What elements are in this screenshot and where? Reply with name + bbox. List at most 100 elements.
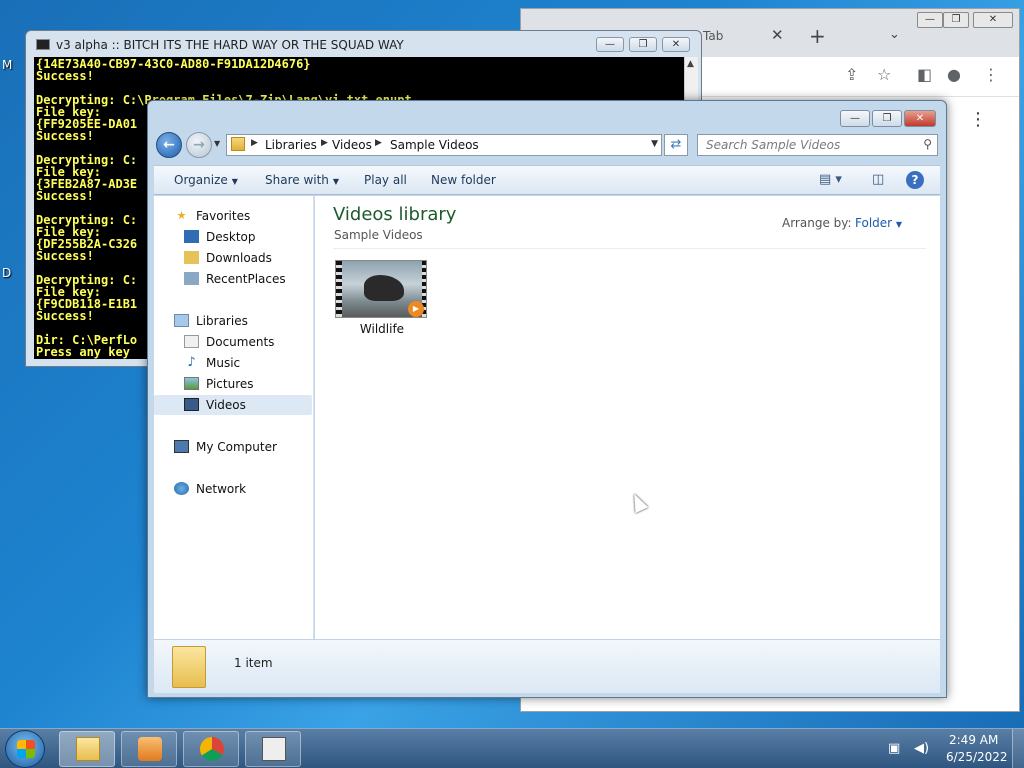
explorer-icon — [76, 737, 100, 761]
nav-label: Libraries — [196, 314, 248, 328]
wildlife-image — [364, 275, 404, 301]
nav-item-libraries[interactable]: Libraries — [154, 311, 312, 331]
nav-item-desktop[interactable]: Desktop — [154, 227, 312, 247]
network-icon — [174, 482, 189, 495]
arrange-by-label: Arrange by: — [782, 216, 852, 230]
change-view-icon[interactable]: ▤ ▾ — [819, 172, 842, 187]
star-icon[interactable]: ☆ — [877, 65, 891, 84]
nav-label: Videos — [206, 398, 246, 412]
console-icon — [262, 737, 286, 761]
breadcrumb-sample-videos[interactable]: Sample Videos — [390, 138, 479, 152]
explorer-maximize-button[interactable]: ❐ — [872, 110, 902, 127]
explorer-minimize-button[interactable]: — — [840, 110, 870, 127]
item-count: 1 item — [234, 656, 273, 670]
divider — [333, 248, 926, 249]
desktop-icon-label[interactable]: M — [2, 58, 12, 72]
taskbar-media-player[interactable] — [121, 731, 177, 767]
desktop-icon-label[interactable]: D — [2, 266, 11, 280]
nav-label: Documents — [206, 335, 275, 349]
network-tray-icon[interactable]: ▣ — [888, 741, 900, 756]
libraries-icon — [174, 314, 189, 327]
show-desktop-button[interactable] — [1012, 729, 1024, 768]
scroll-up-icon[interactable]: ▲ — [687, 59, 694, 69]
forward-button[interactable]: → — [186, 132, 212, 158]
profile-icon[interactable]: ● — [947, 65, 961, 84]
windows-logo-icon — [17, 740, 35, 758]
breadcrumb-separator-icon[interactable]: ▶ — [251, 138, 258, 148]
clock-time[interactable]: 2:49 AM — [949, 733, 998, 747]
console-minimize-button[interactable]: — — [596, 37, 624, 52]
content-pane: Videos library Sample Videos Arrange by:… — [315, 196, 940, 639]
preview-pane-icon[interactable]: ◫ — [872, 172, 884, 187]
clock-date[interactable]: 6/25/2022 — [946, 750, 1008, 764]
details-pane: 1 item — [154, 639, 940, 693]
nav-item-documents[interactable]: Documents — [154, 332, 312, 352]
documents-icon — [184, 335, 199, 348]
recent-places-icon — [184, 272, 199, 285]
breadcrumb-separator-icon[interactable]: ▶ — [321, 138, 328, 148]
command-bar: Organize ▼ Share with ▼ Play all New folde… — [154, 165, 940, 195]
folder-icon — [172, 646, 206, 688]
play-icon: ▶ — [408, 301, 424, 317]
nav-label: Music — [206, 356, 241, 370]
desktop-icon — [184, 230, 199, 243]
media-player-icon — [138, 737, 162, 761]
share-with-button[interactable]: Share with ▼ — [265, 173, 339, 187]
page-more-icon[interactable]: ⋮ — [969, 109, 987, 130]
search-icon[interactable]: ⚲ — [923, 137, 932, 151]
console-close-button[interactable]: ✕ — [662, 37, 690, 52]
search-placeholder: Search Sample Videos — [706, 138, 841, 152]
nav-item-pictures[interactable]: Pictures — [154, 374, 312, 394]
folder-icon — [231, 137, 245, 151]
pictures-icon — [184, 377, 199, 390]
chrome-tab-close-icon[interactable]: ✕ — [771, 26, 784, 44]
console-title: v3 alpha :: BITCH ITS THE HARD WAY OR TH… — [56, 38, 404, 52]
search-input[interactable]: Search Sample Videos ⚲ — [697, 134, 938, 156]
start-button[interactable] — [5, 730, 45, 768]
help-icon[interactable]: ? — [906, 171, 924, 189]
chrome-close-button[interactable]: ✕ — [973, 12, 1013, 28]
nav-item-my-computer[interactable]: My Computer — [154, 437, 312, 457]
nav-item-recentplaces[interactable]: RecentPlaces — [154, 269, 312, 289]
chrome-maximize-button[interactable]: ❐ — [943, 12, 969, 28]
refresh-button[interactable]: ⇄ — [664, 134, 688, 156]
sidebar-icon[interactable]: ◧ — [917, 65, 932, 84]
menu-icon[interactable]: ⋮ — [983, 65, 999, 84]
share-with-label: Share with — [265, 173, 329, 187]
share-icon[interactable]: ⇪ — [845, 65, 858, 84]
console-maximize-button[interactable]: ❐ — [629, 37, 657, 52]
organize-label: Organize — [174, 173, 228, 187]
file-name-label[interactable]: Wildlife — [335, 322, 429, 336]
breadcrumb-libraries[interactable]: Libraries — [265, 138, 317, 152]
address-bar[interactable]: ▶ Libraries ▶ Videos ▶ Sample Videos ▼ — [226, 134, 662, 156]
videos-icon — [184, 398, 199, 411]
nav-item-favorites[interactable]: ★ Favorites — [154, 206, 312, 226]
taskbar-chrome[interactable] — [183, 731, 239, 767]
volume-icon[interactable]: ◀) — [914, 741, 929, 756]
chrome-minimize-button[interactable]: — — [917, 12, 943, 28]
back-button[interactable]: ← — [156, 132, 182, 158]
play-all-button[interactable]: Play all — [364, 173, 407, 187]
nav-item-network[interactable]: Network — [154, 479, 312, 499]
nav-item-videos[interactable]: Videos — [154, 395, 312, 415]
arrange-by-dropdown[interactable]: Folder ▼ — [855, 216, 902, 230]
taskbar-explorer[interactable] — [59, 731, 115, 767]
explorer-close-button[interactable]: ✕ — [904, 110, 936, 127]
new-tab-button[interactable]: + — [809, 24, 826, 48]
recent-pages-icon[interactable]: ▼ — [214, 139, 220, 148]
breadcrumb-videos[interactable]: Videos — [332, 138, 372, 152]
address-dropdown-icon[interactable]: ▼ — [651, 139, 658, 149]
breadcrumb-separator-icon[interactable]: ▶ — [375, 138, 382, 148]
organize-button[interactable]: Organize ▼ — [174, 173, 238, 187]
chrome-icon — [200, 737, 224, 761]
tab-search-icon[interactable]: ⌄ — [889, 27, 900, 42]
nav-item-downloads[interactable]: Downloads — [154, 248, 312, 268]
taskbar: ▣ ◀) 2:49 AM 6/25/2022 — [0, 728, 1024, 768]
taskbar-console[interactable] — [245, 731, 301, 767]
nav-item-music[interactable]: ♪ Music — [154, 353, 312, 373]
film-strip — [336, 261, 342, 317]
new-folder-button[interactable]: New folder — [431, 173, 496, 187]
chrome-tab-title[interactable]: Tab — [703, 29, 723, 43]
nav-label: RecentPlaces — [206, 272, 286, 286]
nav-label: Downloads — [206, 251, 272, 265]
